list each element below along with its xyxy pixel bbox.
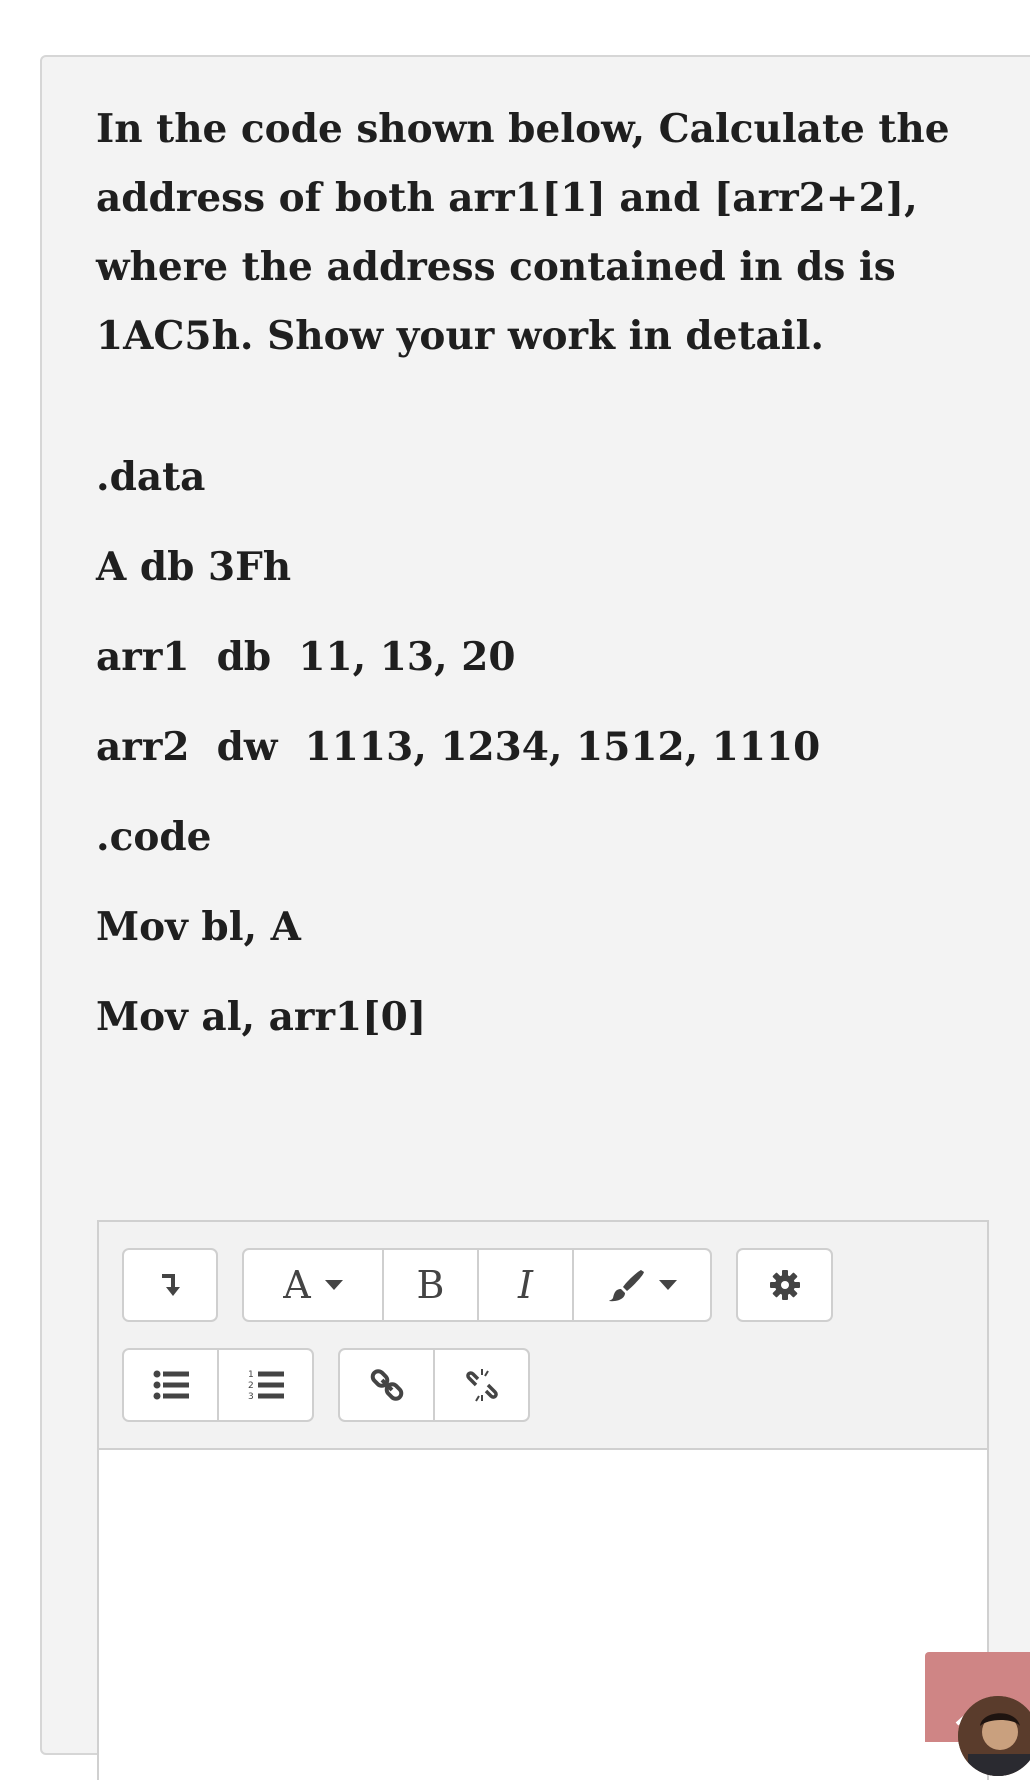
question-prompt: In the code shown below, Calculate the a… (96, 106, 950, 359)
collapse-group (122, 1248, 218, 1322)
settings-button[interactable] (738, 1250, 831, 1320)
list-group: 123 (122, 1348, 314, 1422)
formatting-group: A B I (242, 1248, 712, 1322)
answer-editor: A B I 1 2 3 (97, 1220, 989, 1782)
link-button[interactable] (340, 1350, 435, 1420)
svg-text:2: 2 (248, 1381, 254, 1391)
unlink-button[interactable] (435, 1350, 528, 1420)
code-line: .data (96, 454, 206, 500)
gear-icon (769, 1270, 800, 1300)
bold-button[interactable]: B (384, 1250, 479, 1320)
unordered-list-icon (153, 1370, 189, 1400)
chevron-down-icon (324, 1280, 343, 1290)
code-line: arr1 db 11, 13, 20 (96, 634, 516, 680)
collapse-toolbar-button[interactable] (124, 1250, 216, 1320)
collapse-arrow-icon (162, 1274, 180, 1296)
font-color-icon: A (283, 1263, 311, 1307)
chevron-down-icon (659, 1280, 677, 1290)
question-card: In the code shown below, Calculate the a… (40, 55, 1030, 1782)
link-icon (370, 1369, 403, 1401)
svg-text:3: 3 (248, 1392, 254, 1402)
editor-toolbar: A B I 1 2 3 (99, 1222, 987, 1450)
italic-icon: I (517, 1263, 533, 1307)
unlink-icon (465, 1369, 498, 1402)
code-line: Mov al, arr1[0] (96, 994, 427, 1040)
unordered-list-button[interactable] (124, 1350, 219, 1420)
answer-text-area[interactable] (99, 1450, 987, 1782)
code-line: .code (96, 814, 212, 860)
ordered-list-button[interactable]: 123 (219, 1350, 312, 1420)
italic-button[interactable]: I (479, 1250, 574, 1320)
style-button[interactable] (574, 1250, 710, 1320)
user-avatar-icon (958, 1696, 1030, 1776)
settings-group (736, 1248, 833, 1322)
code-line: A db 3Fh (96, 544, 292, 590)
font-color-button[interactable]: A (244, 1250, 384, 1320)
svg-text:1: 1 (248, 1370, 254, 1380)
bold-icon: B (416, 1263, 445, 1307)
code-line: arr2 dw 1113, 1234, 1512, 1110 (96, 724, 821, 770)
link-group (338, 1348, 530, 1422)
code-line: Mov bl, A (96, 904, 301, 950)
paintbrush-icon (609, 1270, 644, 1302)
avatar[interactable] (958, 1696, 1030, 1776)
ordered-list-icon: 123 (248, 1370, 284, 1402)
